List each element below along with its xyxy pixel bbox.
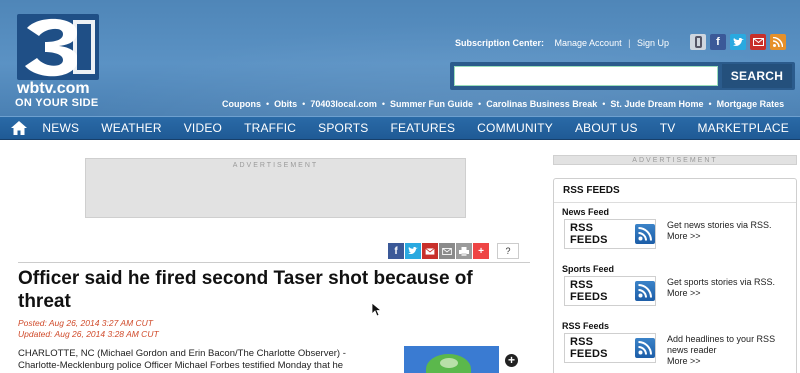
quicklink-coupons[interactable]: Coupons	[222, 99, 261, 109]
quicklink-70403local[interactable]: 70403local.com	[310, 99, 377, 109]
advertisement-label: ADVERTISEMENT	[232, 162, 319, 169]
share-email-icon[interactable]	[439, 243, 455, 259]
rss-feed-item: Sports Feed RSS FEEDS Get sports stories…	[562, 264, 792, 306]
feed-description: Add headlines to your RSS news reader Mo…	[667, 334, 797, 367]
rss-feed-item: RSS Feeds RSS FEEDS Add headlines to you…	[562, 321, 792, 366]
search-input[interactable]	[454, 66, 718, 86]
share-help-button[interactable]: ?	[497, 243, 519, 259]
subscription-center: Subscription Center: Manage Account | Si…	[455, 38, 669, 48]
link-separator: |	[628, 38, 631, 48]
quick-links: Coupons • Obits • 70403local.com • Summer F…	[222, 99, 785, 109]
feed-description: Get news stories via RSS. More >>	[667, 220, 797, 242]
expand-image-icon[interactable]: +	[505, 354, 518, 367]
sidebar-advertisement[interactable]: ADVERTISEMENT	[553, 155, 797, 165]
nav-features[interactable]: FEATURES	[379, 117, 466, 140]
search-button[interactable]: SEARCH	[722, 64, 792, 88]
share-more-icon[interactable]: +	[473, 243, 489, 259]
rss-button-label: RSS FEEDS	[570, 279, 608, 303]
feed-description: Get sports stories via RSS. More >>	[667, 277, 797, 299]
share-facebook-icon[interactable]: f	[388, 243, 404, 259]
rss-icon	[635, 338, 655, 358]
site-header: wbtv.com ON YOUR SIDE Subscription Cente…	[0, 0, 800, 116]
feed-description-text: Get news stories via RSS.	[667, 220, 772, 230]
rss-feed-button[interactable]: RSS FEEDS	[564, 219, 656, 249]
sign-up-link[interactable]: Sign Up	[637, 38, 669, 48]
article-body-line: CHARLOTTE, NC (Michael Gordon and Erin B…	[18, 348, 346, 359]
article-body-line: Charlotte-Mecklenburg police Officer Mic…	[18, 360, 344, 371]
nav-weather[interactable]: WEATHER	[90, 117, 173, 140]
rss-feed-item: News Feed RSS FEEDS Get news stories via…	[562, 207, 792, 249]
feed-description-text: Get sports stories via RSS.	[667, 277, 776, 287]
quicklink-carolinas-business-break[interactable]: Carolinas Business Break	[486, 99, 597, 109]
mail-icon[interactable]	[750, 34, 766, 50]
feed-name: News Feed	[562, 207, 610, 217]
social-icons: f	[690, 34, 786, 50]
rss-icon	[635, 281, 655, 301]
feed-description-text: Add headlines to your RSS news reader	[667, 334, 776, 355]
logo-tagline: ON YOUR SIDE	[15, 97, 99, 109]
site-logo[interactable]: wbtv.com ON YOUR SIDE	[13, 14, 105, 110]
advertisement-banner[interactable]: ADVERTISEMENT	[85, 158, 466, 218]
quicklink-mortgage-rates[interactable]: Mortgage Rates	[717, 99, 785, 109]
share-twitter-icon[interactable]	[405, 243, 421, 259]
logo-site-name: wbtv.com	[17, 80, 90, 97]
nav-traffic[interactable]: TRAFFIC	[233, 117, 307, 140]
nav-marketplace[interactable]: MARKETPLACE	[686, 117, 800, 140]
main-nav: NEWS WEATHER VIDEO TRAFFIC SPORTS FEATUR…	[0, 116, 800, 140]
rss-button-label: RSS FEEDS	[570, 222, 608, 246]
article-posted-date: Posted: Aug 26, 2014 3:27 AM CUT	[18, 318, 153, 328]
nav-news[interactable]: NEWS	[31, 117, 90, 140]
facebook-icon[interactable]: f	[710, 34, 726, 50]
article-updated-date: Updated: Aug 26, 2014 3:28 AM CUT	[18, 329, 159, 339]
quicklink-summer-fun-guide[interactable]: Summer Fun Guide	[390, 99, 473, 109]
rss-feeds-panel: RSS FEEDS News Feed RSS FEEDS Get news s…	[553, 178, 797, 373]
mobile-icon[interactable]	[690, 34, 706, 50]
search-bar: SEARCH	[450, 62, 795, 90]
advertisement-label: ADVERTISEMENT	[632, 157, 718, 164]
divider	[18, 262, 530, 263]
rss-button-label: RSS FEEDS	[570, 336, 608, 360]
feed-name: RSS Feeds	[562, 321, 610, 331]
nav-tv[interactable]: TV	[649, 117, 687, 140]
share-gmail-icon[interactable]	[422, 243, 438, 259]
article-body: CHARLOTTE, NC (Michael Gordon and Erin B…	[18, 348, 383, 372]
mouse-cursor-icon	[372, 303, 382, 317]
manage-account-link[interactable]: Manage Account	[555, 38, 622, 48]
nav-about-us[interactable]: ABOUT US	[564, 117, 649, 140]
article-headline: Officer said he fired second Taser shot …	[18, 268, 473, 312]
share-toolbar: f + ?	[388, 243, 519, 259]
subscription-label: Subscription Center:	[455, 38, 545, 48]
nav-sports[interactable]: SPORTS	[307, 117, 379, 140]
nav-video[interactable]: VIDEO	[173, 117, 233, 140]
home-icon[interactable]	[6, 117, 31, 140]
wbtv-3-logo-mark	[17, 14, 99, 80]
twitter-icon[interactable]	[730, 34, 746, 50]
quicklink-obits[interactable]: Obits	[274, 99, 297, 109]
rss-feed-button[interactable]: RSS FEEDS	[564, 333, 656, 363]
rss-panel-title: RSS FEEDS	[554, 179, 796, 203]
feed-more-link[interactable]: More >>	[667, 356, 797, 367]
rss-icon	[635, 224, 655, 244]
rss-feed-button[interactable]: RSS FEEDS	[564, 276, 656, 306]
rss-icon[interactable]	[770, 34, 786, 50]
feed-more-link[interactable]: More >>	[667, 231, 797, 242]
nav-community[interactable]: COMMUNITY	[466, 117, 564, 140]
article-image[interactable]	[404, 346, 499, 373]
feed-more-link[interactable]: More >>	[667, 288, 797, 299]
feed-name: Sports Feed	[562, 264, 615, 274]
share-print-icon[interactable]	[456, 243, 472, 259]
quicklink-st-jude-dream-home[interactable]: St. Jude Dream Home	[610, 99, 703, 109]
